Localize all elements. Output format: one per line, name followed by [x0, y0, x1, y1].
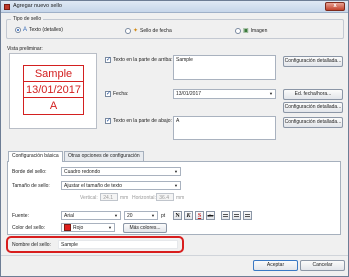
close-button[interactable]: x	[325, 2, 345, 11]
border-select[interactable]: Cuadro redondo ▼	[61, 167, 181, 176]
text-bottom-input[interactable]: A	[173, 116, 276, 140]
window-title: Agregar nuevo sello	[13, 3, 62, 9]
color-select[interactable]: Rojo ▼	[61, 223, 115, 232]
text-bottom-label: Texto en la parte de abajo:	[113, 118, 172, 124]
stamp-line-bottom: A	[49, 100, 58, 112]
dialog-window: Agregar nuevo sello x Tipo de sello A Te…	[0, 0, 349, 277]
chevron-down-icon: ▼	[269, 91, 273, 96]
font-size-value: 20	[127, 213, 133, 219]
accept-button[interactable]: Aceptar	[253, 260, 298, 271]
text-bottom-detail-button[interactable]: Configuración detallada...	[283, 117, 343, 128]
cancel-button[interactable]: Cancelar	[300, 260, 345, 271]
date-value: 13/01/2017	[176, 91, 202, 97]
date-detail-button[interactable]: Configuración detallada...	[283, 102, 343, 113]
chevron-down-icon: ▼	[114, 213, 118, 218]
italic-button[interactable]: K	[184, 211, 193, 220]
stamp-type-group: Tipo de sello A Texto (detalles) ✦ Sello…	[6, 16, 344, 39]
date-label: Fecha:	[113, 91, 129, 97]
checkbox[interactable]	[105, 56, 111, 63]
stamp-preview: Sample 13/01/2017 A	[9, 53, 97, 129]
size-value: Ajustar el tamaño de texto	[64, 183, 123, 189]
radio-text-details[interactable]: A Texto (detalles)	[15, 27, 63, 33]
stamp-line-date: 13/01/2017	[24, 84, 83, 98]
font-select[interactable]: Arial ▼	[61, 211, 121, 220]
text-top-label: Texto en la parte de arriba:	[113, 57, 173, 63]
more-colors-button[interactable]: Más colores...	[123, 223, 167, 233]
text-top-detail-button[interactable]: Configuración detallada...	[283, 56, 343, 67]
align-center-icon[interactable]	[232, 211, 241, 220]
image-icon: ▣	[243, 28, 249, 34]
radio-label: Imagen	[250, 27, 268, 34]
radio-label: Sello de fecha	[140, 27, 172, 34]
date-checkbox[interactable]: Fecha:	[105, 90, 129, 97]
align-left-icon[interactable]	[221, 211, 230, 220]
color-label: Color del sello:	[12, 225, 46, 231]
radio-image[interactable]: ▣ Imagen	[235, 27, 267, 34]
text-icon: A	[23, 27, 28, 33]
vertical-input[interactable]: 24.1	[100, 193, 118, 201]
radio-button[interactable]	[235, 27, 241, 34]
font-label: Fuente:	[12, 213, 29, 219]
text-bottom-checkbox[interactable]: Texto en la parte de abajo:	[105, 117, 172, 124]
size-select[interactable]: Ajustar el tamaño de texto ▼	[61, 181, 181, 190]
strikethrough-button[interactable]: abc	[206, 211, 215, 220]
stamp-image: Sample 13/01/2017 A	[23, 65, 84, 115]
font-value: Arial	[64, 213, 75, 219]
chevron-down-icon: ▼	[174, 169, 178, 174]
checkbox[interactable]	[105, 90, 111, 97]
footer-divider	[1, 255, 348, 256]
edit-date-button[interactable]: Ed. fecha/hora...	[283, 89, 343, 100]
preview-label: Vista preliminar:	[7, 46, 43, 52]
align-right-icon[interactable]	[243, 211, 252, 220]
horizontal-label: Horizontal:	[132, 195, 156, 201]
checkbox[interactable]	[105, 117, 111, 124]
chevron-down-icon: ▼	[174, 183, 178, 188]
radio-label: Texto (detalles)	[29, 27, 63, 33]
date-stamp-icon: ✦	[133, 28, 139, 34]
horizontal-input[interactable]: 36.4	[156, 193, 174, 201]
stamp-name-input[interactable]: Sample	[58, 240, 178, 249]
chevron-down-icon: ▼	[151, 213, 155, 218]
tab-basic-settings[interactable]: Configuración básica	[8, 151, 63, 162]
radio-button[interactable]	[125, 27, 131, 34]
stamp-line-top: Sample	[24, 66, 83, 82]
font-size-select[interactable]: 20 ▼	[124, 211, 158, 220]
stamp-type-label: Tipo de sello	[11, 16, 44, 22]
radio-button[interactable]	[15, 27, 21, 33]
bold-button[interactable]: N	[173, 211, 182, 220]
horizontal-unit: mm	[176, 195, 185, 201]
vertical-label: Vertical:	[80, 195, 98, 201]
vertical-unit: mm	[120, 195, 129, 201]
title-bar: Agregar nuevo sello x	[1, 1, 348, 13]
size-label: Tamaño de sello:	[12, 183, 50, 189]
chevron-down-icon: ▼	[108, 225, 112, 230]
stamp-name-label: Nombre del sello:	[12, 242, 51, 248]
tab-other-options[interactable]: Otras opciones de configuración	[64, 151, 144, 161]
font-size-unit: pt	[161, 213, 166, 219]
radio-date-stamp[interactable]: ✦ Sello de fecha	[125, 27, 172, 34]
underline-button[interactable]: S	[195, 211, 204, 220]
border-label: Borde del sello:	[12, 169, 47, 175]
app-icon	[4, 4, 10, 10]
color-swatch	[64, 224, 71, 231]
text-top-checkbox[interactable]: Texto en la parte de arriba:	[105, 56, 173, 63]
border-value: Cuadro redondo	[64, 169, 101, 175]
basic-settings-panel: Borde del sello: Cuadro redondo ▼ Tamaño…	[7, 161, 341, 235]
text-top-input[interactable]: Sample	[173, 55, 276, 80]
color-value: Rojo	[73, 225, 84, 231]
date-select[interactable]: 13/01/2017 ▼	[173, 89, 276, 99]
